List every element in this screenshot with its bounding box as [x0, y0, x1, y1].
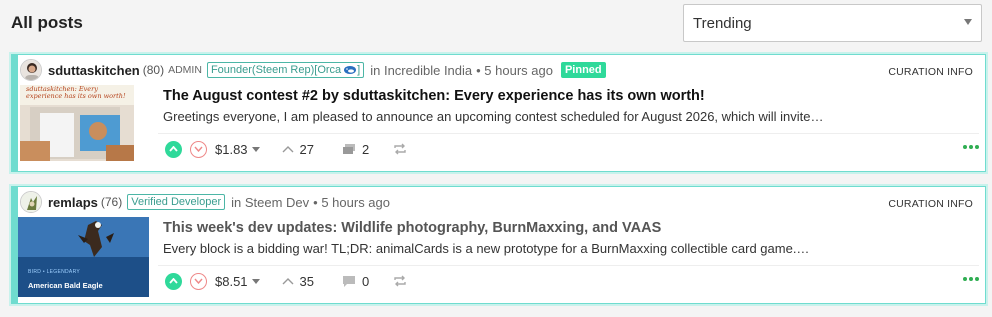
author-name[interactable]: sduttaskitchen — [48, 63, 140, 78]
avatar[interactable] — [20, 59, 42, 81]
post-actions: $8.51 35 0 — [165, 271, 407, 291]
community-prefix: in — [370, 62, 381, 78]
comments-value: 2 — [362, 141, 370, 157]
comments-icon — [343, 143, 356, 154]
votes-count[interactable]: 27 — [282, 142, 314, 157]
community-link[interactable]: in Steem Dev — [231, 195, 309, 210]
comments-icon — [343, 275, 356, 287]
author-badge: Founder(Steem Rep)[Orca ] — [206, 62, 365, 78]
chevron-down-icon — [251, 278, 260, 284]
chevron-up-icon — [282, 278, 294, 285]
post-card: sduttaskitchen (80) ADMIN Founder(Steem … — [11, 54, 986, 172]
community-prefix: in — [231, 194, 242, 210]
community-name[interactable]: Incredible India — [384, 63, 472, 78]
downvote-button[interactable] — [190, 140, 207, 158]
author-badge-suffix: ] — [357, 64, 361, 76]
post-time[interactable]: • 5 hours ago — [476, 63, 553, 78]
sort-select-value: Trending — [693, 15, 752, 32]
votes-count[interactable]: 35 — [282, 274, 314, 289]
avatar[interactable] — [20, 191, 42, 213]
post-excerpt[interactable]: Every block is a bidding war! TL;DR: ani… — [163, 241, 809, 256]
author-rep: (76) — [100, 195, 123, 209]
post-card: remlaps (76) Verified Developer in Steem… — [11, 186, 986, 304]
post-excerpt[interactable]: Greetings everyone, I am pleased to anno… — [163, 109, 824, 124]
payout-dropdown[interactable]: $8.51 — [215, 274, 260, 289]
comments-link[interactable]: 2 — [342, 142, 369, 157]
upvote-button[interactable] — [165, 140, 182, 158]
community-name[interactable]: Steem Dev — [245, 195, 309, 210]
upvote-button[interactable] — [165, 272, 182, 290]
payout-dropdown[interactable]: $1.83 — [215, 142, 260, 157]
downvote-button[interactable] — [190, 272, 207, 290]
divider — [158, 133, 979, 134]
votes-value: 35 — [299, 273, 315, 289]
orca-icon — [343, 64, 357, 76]
post-title[interactable]: The August contest #2 by sduttaskitchen:… — [163, 88, 705, 104]
post-title[interactable]: This week's dev updates: Wildlife photog… — [163, 220, 661, 236]
post-meta: sduttaskitchen (80) ADMIN Founder(Steem … — [18, 59, 606, 81]
sort-select[interactable]: Trending — [683, 4, 982, 42]
reblog-button[interactable] — [393, 143, 407, 155]
comments-value: 0 — [362, 273, 370, 289]
votes-value: 27 — [299, 141, 315, 157]
reblog-icon — [394, 275, 406, 287]
payout-value: $1.83 — [215, 141, 248, 157]
more-options-button[interactable] — [963, 145, 979, 149]
post-meta: remlaps (76) Verified Developer in Steem… — [18, 191, 390, 213]
chevron-down-icon — [964, 19, 972, 25]
author-name[interactable]: remlaps — [48, 195, 98, 210]
author-badge-text: Founder(Steem Rep)[Orca — [210, 64, 342, 76]
thumbnail-caption: American Bald Eagle — [28, 281, 103, 290]
author-rep: (80) — [142, 63, 165, 77]
curation-info-link[interactable]: CURATION INFO — [888, 66, 973, 78]
reblog-icon — [394, 143, 406, 155]
divider — [158, 265, 979, 266]
post-thumbnail[interactable]: sduttaskitchen: Every experience has its… — [20, 85, 134, 161]
payout-value: $8.51 — [215, 273, 248, 289]
reblog-button[interactable] — [393, 275, 407, 287]
more-options-button[interactable] — [963, 277, 979, 281]
curation-info-link[interactable]: CURATION INFO — [888, 198, 973, 210]
author-badge: Verified Developer — [127, 194, 226, 210]
comments-link[interactable]: 0 — [342, 274, 369, 289]
page-title: All posts — [11, 13, 83, 32]
post-time[interactable]: • 5 hours ago — [313, 195, 390, 210]
pinned-badge: Pinned — [560, 62, 606, 78]
thumbnail-subcaption: BIRD • LEGENDARY — [28, 269, 81, 275]
post-actions: $1.83 27 2 — [165, 139, 407, 159]
author-role: ADMIN — [168, 64, 202, 76]
community-link[interactable]: in Incredible India — [370, 63, 472, 78]
chevron-down-icon — [251, 146, 260, 152]
thumbnail-caption: sduttaskitchen: Every experience has its… — [26, 85, 126, 100]
post-thumbnail[interactable]: BIRD • LEGENDARY American Bald Eagle — [18, 217, 149, 297]
chevron-up-icon — [282, 146, 294, 153]
